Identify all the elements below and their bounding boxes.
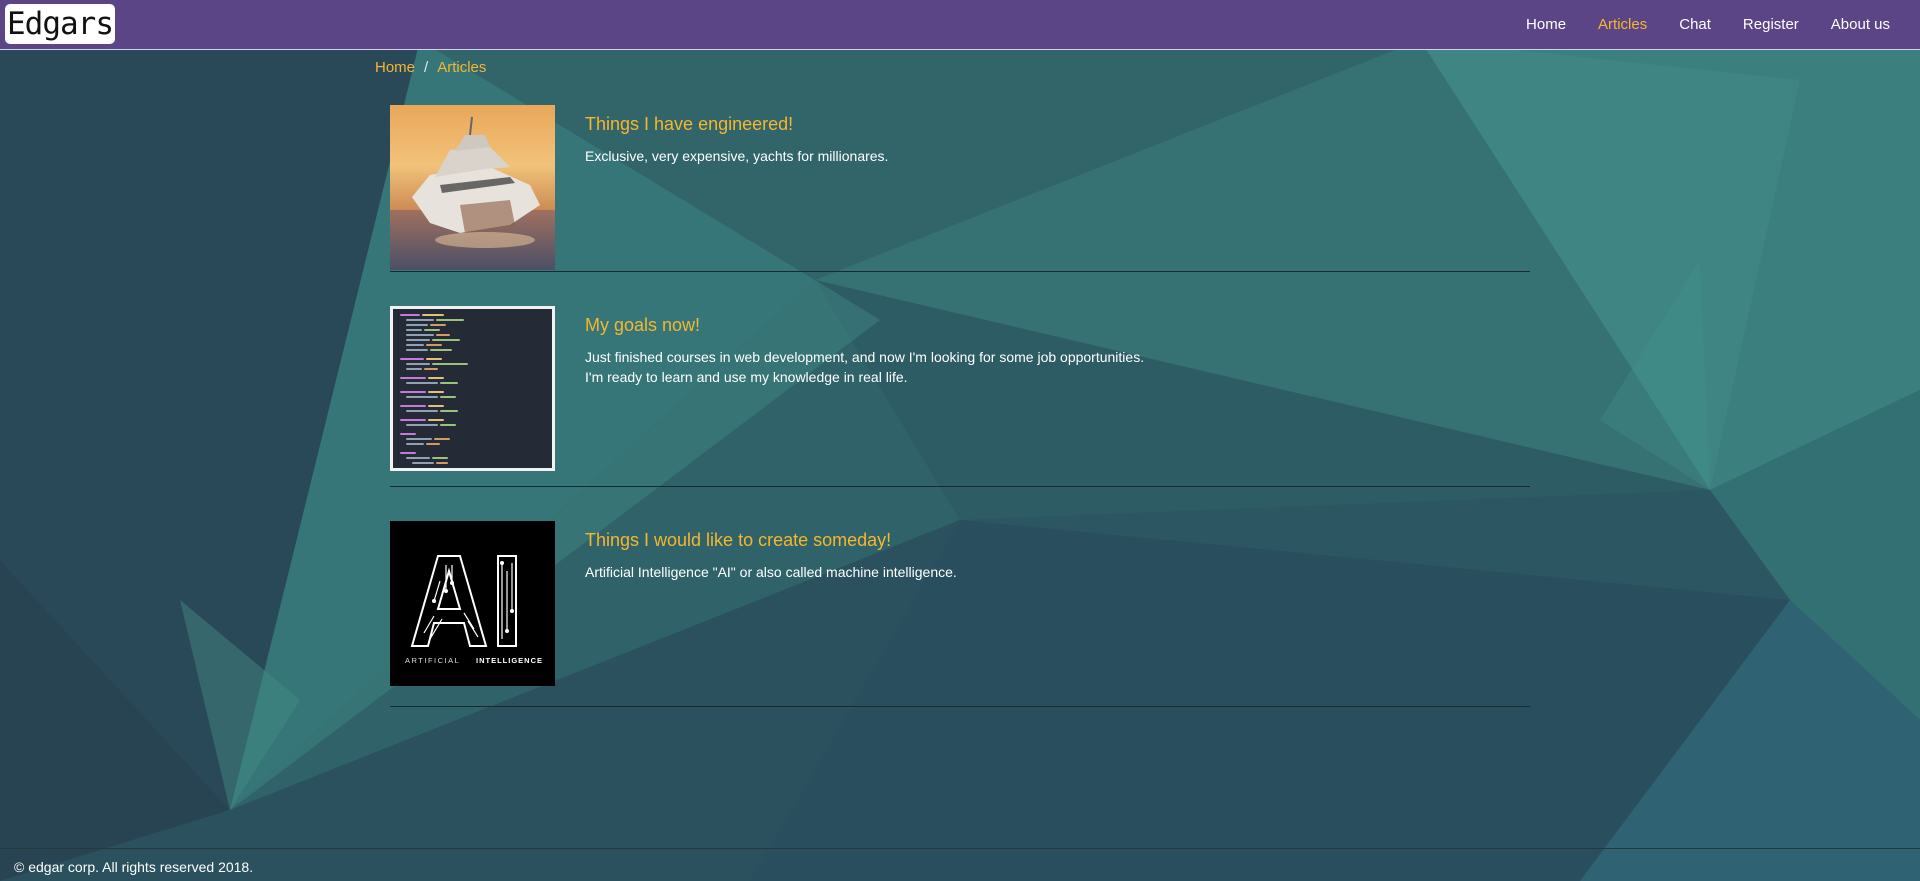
article-title[interactable]: My goals now! (585, 315, 700, 336)
nav-link-register[interactable]: Register (1743, 16, 1799, 33)
nav-link-home[interactable]: Home (1526, 16, 1566, 33)
article-title[interactable]: Things I would like to create someday! (585, 530, 891, 551)
article-item: My goals now! Just finished courses in w… (390, 306, 1530, 487)
article-description: Exclusive, very expensive, yachts for mi… (585, 146, 888, 166)
breadcrumb-articles[interactable]: Articles (437, 59, 486, 76)
nav-link-articles[interactable]: Articles (1598, 16, 1647, 33)
breadcrumb: Home / Articles (375, 59, 486, 76)
breadcrumb-home[interactable]: Home (375, 59, 415, 76)
ai-logo-image[interactable]: ARTIFICIAL INTELLIGENCE (390, 521, 555, 686)
nav-link-chat[interactable]: Chat (1679, 16, 1711, 33)
article-title[interactable]: Things I have engineered! (585, 114, 793, 135)
ai-image-caption-right: INTELLIGENCE (476, 656, 543, 665)
article-description: Artificial Intelligence "AI" or also cal… (585, 562, 957, 582)
top-navbar: Edgars Home Articles Chat Register About… (0, 0, 1920, 50)
article-description-line: I'm ready to learn and use my knowledge … (585, 369, 908, 385)
ai-image-caption-left: ARTIFICIAL (405, 656, 460, 665)
article-list: Things I have engineered! Exclusive, ver… (390, 105, 1530, 741)
yacht-image[interactable] (390, 105, 555, 270)
site-logo[interactable]: Edgars (5, 4, 115, 44)
article-item: ARTIFICIAL INTELLIGENCE Things I would l… (390, 521, 1530, 707)
page-footer: © edgar corp. All rights reserved 2018. (0, 848, 1920, 881)
article-description: Just finished courses in web development… (585, 347, 1144, 387)
article-item: Things I have engineered! Exclusive, ver… (390, 105, 1530, 272)
nav-menu: Home Articles Chat Register About us (1526, 0, 1920, 49)
code-screenshot-image[interactable] (390, 306, 555, 471)
article-description-line: Artificial Intelligence "AI" or also cal… (585, 564, 957, 580)
breadcrumb-separator: / (424, 59, 429, 76)
copyright-text: © edgar corp. All rights reserved 2018. (14, 859, 254, 875)
nav-link-about-us[interactable]: About us (1831, 16, 1890, 33)
article-description-line: Just finished courses in web development… (585, 349, 1145, 365)
article-description-line: Exclusive, very expensive, yachts for mi… (585, 148, 889, 164)
